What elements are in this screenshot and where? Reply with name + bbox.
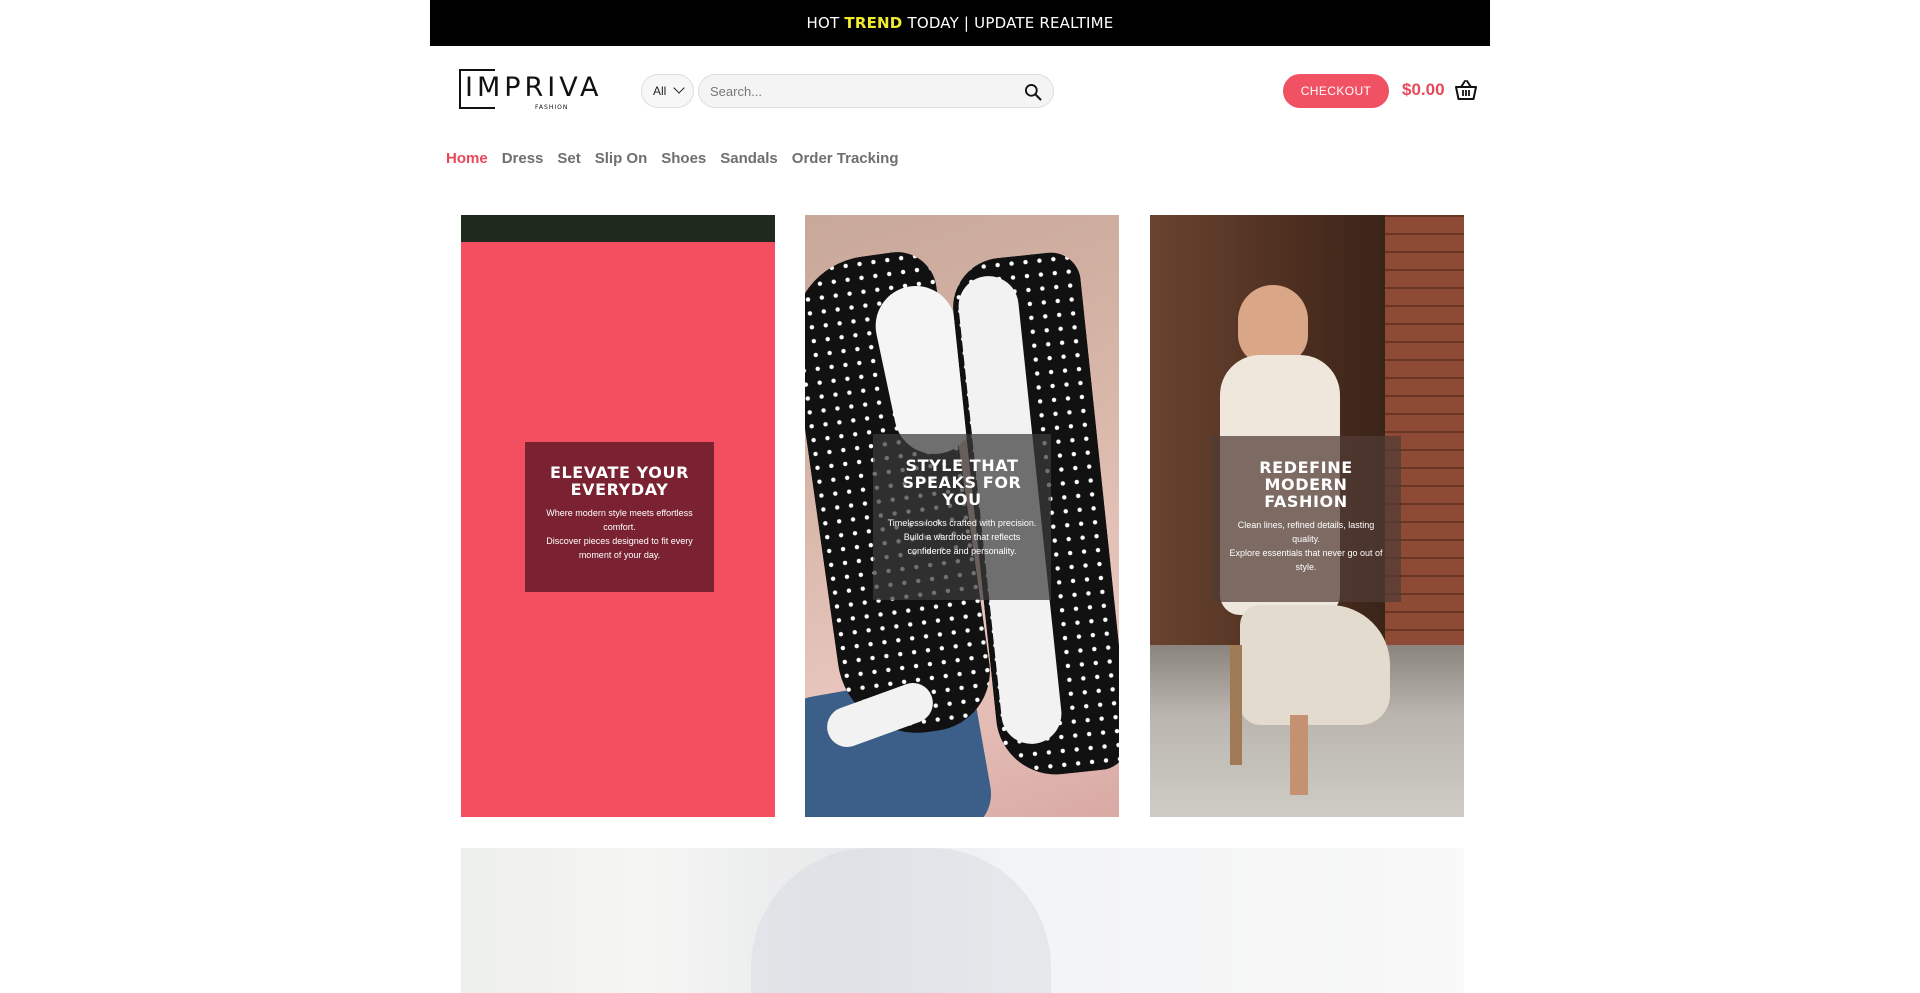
promo-banner-3[interactable]: REDEFINE MODERN FASHION Clean lines, ref…	[1150, 215, 1464, 817]
banner-title: REDEFINE MODERN FASHION	[1259, 458, 1353, 511]
nav-item-shoes[interactable]: Shoes	[661, 150, 706, 167]
hero-banner-bottom[interactable]	[461, 848, 1464, 993]
banner-text-1: Where modern style meets effortless comf…	[546, 508, 693, 532]
banner-overlay: STYLE THAT SPEAKS FOR YOU Timeless looks…	[873, 434, 1051, 600]
nav-item-home[interactable]: Home	[446, 150, 488, 167]
nav-item-dress[interactable]: Dress	[502, 150, 544, 167]
banner-text-2: Discover pieces designed to fit every mo…	[546, 536, 693, 560]
promo-bar: HOT TREND TODAY | UPDATE REALTIME	[430, 0, 1490, 46]
stool-leg	[1230, 645, 1242, 765]
hero-fade	[461, 848, 1464, 993]
nav-item-slip-on[interactable]: Slip On	[595, 150, 648, 167]
promo-banner-1[interactable]: ELEVATE YOUR EVERYDAY Where modern style…	[461, 215, 775, 817]
search-input[interactable]	[699, 75, 1019, 107]
promo-text-post: TODAY | UPDATE REALTIME	[907, 14, 1114, 32]
page: HOT TREND TODAY | UPDATE REALTIME IMPRIV…	[0, 0, 1920, 993]
banner-top-strip	[461, 215, 775, 242]
banner-title: ELEVATE YOUR EVERYDAY	[549, 463, 690, 499]
banner-text-1: Clean lines, refined details, lasting qu…	[1237, 520, 1375, 544]
main-nav: Home Dress Set Slip On Shoes Sandals Ord…	[446, 150, 913, 167]
cart-total[interactable]: $0.00	[1402, 80, 1445, 100]
logo-subtitle: FASHION	[535, 104, 569, 111]
basket-icon[interactable]	[1454, 79, 1478, 101]
site-logo[interactable]: IMPRIVA FASHION	[459, 67, 604, 113]
nav-item-set[interactable]: Set	[557, 150, 580, 167]
banner-text-2: Explore essentials that never go out of …	[1229, 548, 1383, 572]
banner-text-1: Timeless looks crafted with precision.	[887, 518, 1037, 528]
figure-head	[1238, 285, 1308, 365]
category-select[interactable]: All	[641, 74, 694, 108]
search-bar	[698, 74, 1054, 108]
promo-banner-2[interactable]: STYLE THAT SPEAKS FOR YOU Timeless looks…	[805, 215, 1119, 817]
banner-title: STYLE THAT SPEAKS FOR YOU	[902, 456, 1022, 509]
banner-overlay: REDEFINE MODERN FASHION Clean lines, ref…	[1211, 436, 1401, 602]
promo-text-pre: HOT	[806, 14, 840, 32]
banner-overlay: ELEVATE YOUR EVERYDAY Where modern style…	[525, 442, 714, 592]
chevron-down-icon	[673, 82, 685, 94]
banner-text-2: Build a wardrobe that reflects confidenc…	[903, 532, 1021, 556]
promo-text-highlight: TREND	[844, 14, 903, 32]
nav-item-order-tracking[interactable]: Order Tracking	[792, 150, 899, 167]
logo-wordmark: IMPRIVA	[465, 72, 603, 103]
checkout-button[interactable]: CHECKOUT	[1283, 74, 1389, 108]
figure-skirt	[1240, 605, 1390, 725]
figure-leg	[1290, 715, 1308, 795]
search-icon[interactable]	[1023, 82, 1043, 102]
category-select-value: All	[653, 84, 667, 98]
nav-item-sandals[interactable]: Sandals	[720, 150, 778, 167]
